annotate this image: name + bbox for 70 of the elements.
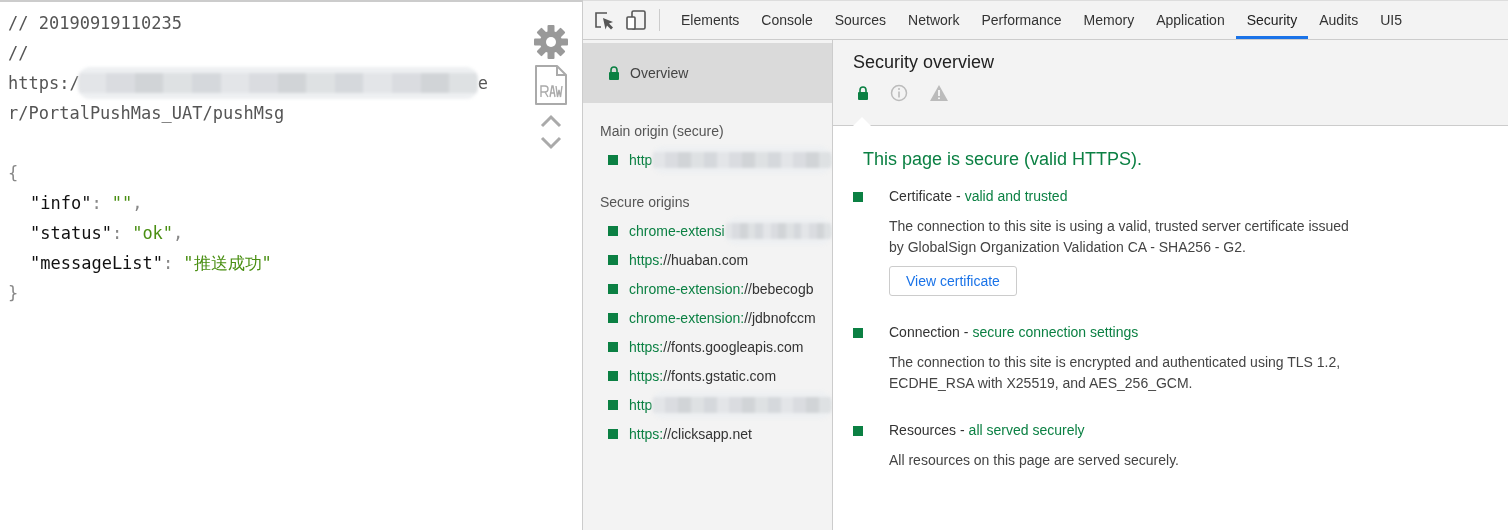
tab[interactable]: Sources — [823, 1, 898, 39]
tab[interactable]: UI5 — [1369, 1, 1413, 39]
json-comma: , — [173, 222, 184, 245]
json-key: "status" — [30, 218, 112, 248]
origin-link[interactable]: https://fonts.googleapis.com — [629, 338, 804, 355]
tab[interactable]: Application — [1145, 1, 1236, 39]
comment-text: // — [8, 42, 29, 65]
json-comma: , — [132, 192, 143, 215]
json-colon: : — [111, 222, 123, 245]
device-icon[interactable] — [625, 9, 647, 31]
lock-icon — [608, 66, 620, 80]
chevron-down-icon[interactable] — [539, 136, 563, 150]
origin-link[interactable]: http — [629, 396, 653, 413]
info-icon — [890, 84, 908, 102]
tab[interactable]: Audits — [1308, 1, 1370, 39]
tab[interactable]: Performance — [970, 1, 1073, 39]
origin-link[interactable]: chrome-extension://bebecogb — [629, 280, 814, 297]
tab[interactable]: Elements — [670, 1, 751, 39]
url-text: e — [477, 72, 488, 95]
status-square-icon — [608, 370, 618, 381]
item-title: Certificate - valid and trusted — [889, 188, 1068, 204]
security-summary: This page is secure (valid HTTPS). — [863, 149, 1144, 170]
json-value: "ok" — [132, 222, 174, 245]
item-title: Resources - all served securely — [889, 422, 1085, 438]
chevron-up-icon[interactable] — [539, 114, 563, 128]
sidebar-item[interactable]: Overview — [583, 43, 832, 103]
json-brace: { — [8, 162, 19, 185]
status-square-icon — [608, 225, 618, 236]
json-key: "info" — [30, 188, 92, 218]
status-square-icon — [608, 341, 618, 352]
json-key: "messageList" — [30, 248, 164, 278]
origin-link[interactable]: http — [629, 151, 653, 168]
origin-link[interactable]: https://clicksapp.net — [629, 425, 752, 442]
json-colon: : — [91, 192, 102, 215]
warning-icon — [929, 84, 949, 102]
panel-title: Security overview — [853, 52, 996, 73]
lock-icon — [857, 86, 869, 100]
origin-link[interactable]: chrome-extension://jdbnofccm — [629, 309, 816, 326]
status-square-icon — [853, 328, 863, 338]
item-title: Connection - secure connection settings — [889, 324, 1139, 340]
status-square-icon — [608, 428, 618, 439]
section-heading: Main origin (secure) — [599, 122, 725, 141]
settings-icon[interactable] — [533, 24, 569, 60]
origin-link[interactable]: chrome-extensi — [629, 222, 725, 239]
view-certificate-button[interactable]: View certificate — [889, 266, 1017, 296]
inspect-icon[interactable] — [593, 9, 615, 31]
json-value: "推送成功" — [183, 252, 272, 275]
origin-link[interactable]: https://fonts.gstatic.com — [629, 367, 777, 384]
url-text: https:/ — [8, 72, 80, 95]
section-heading: Secure origins — [599, 193, 691, 212]
item-description: The connection to this site is encrypted and authenticated using TLS 1.2, ECDHE_RSA with X25519, and AES_256_GCM. — [889, 353, 1342, 393]
raw-file-icon[interactable] — [534, 64, 568, 106]
status-square-icon — [853, 426, 863, 436]
url-text: r/PortalPushMas_UAT/pushMsg — [8, 102, 285, 125]
origin-link[interactable]: https://huaban.com — [629, 251, 749, 268]
item-description: All resources on this page are served securely. — [889, 451, 1180, 470]
tab[interactable]: Network — [897, 1, 971, 39]
status-square-icon — [853, 192, 863, 202]
status-square-icon — [608, 254, 618, 265]
json-value: "" — [111, 192, 133, 215]
status-square-icon — [608, 283, 618, 294]
json-colon: : — [163, 252, 174, 275]
comment-text: // 20190919110235 — [8, 12, 182, 35]
item-description: The connection to this site is using a valid, trusted server certificate issued by GlobalSign Organization Validation CA - SHA256 - G2. — [889, 217, 1350, 257]
json-brace: } — [8, 282, 19, 305]
status-square-icon — [608, 399, 618, 410]
tab[interactable]: Memory — [1072, 1, 1146, 39]
status-square-icon — [608, 154, 618, 165]
status-square-icon — [608, 312, 618, 323]
tab[interactable]: Console — [750, 1, 824, 39]
